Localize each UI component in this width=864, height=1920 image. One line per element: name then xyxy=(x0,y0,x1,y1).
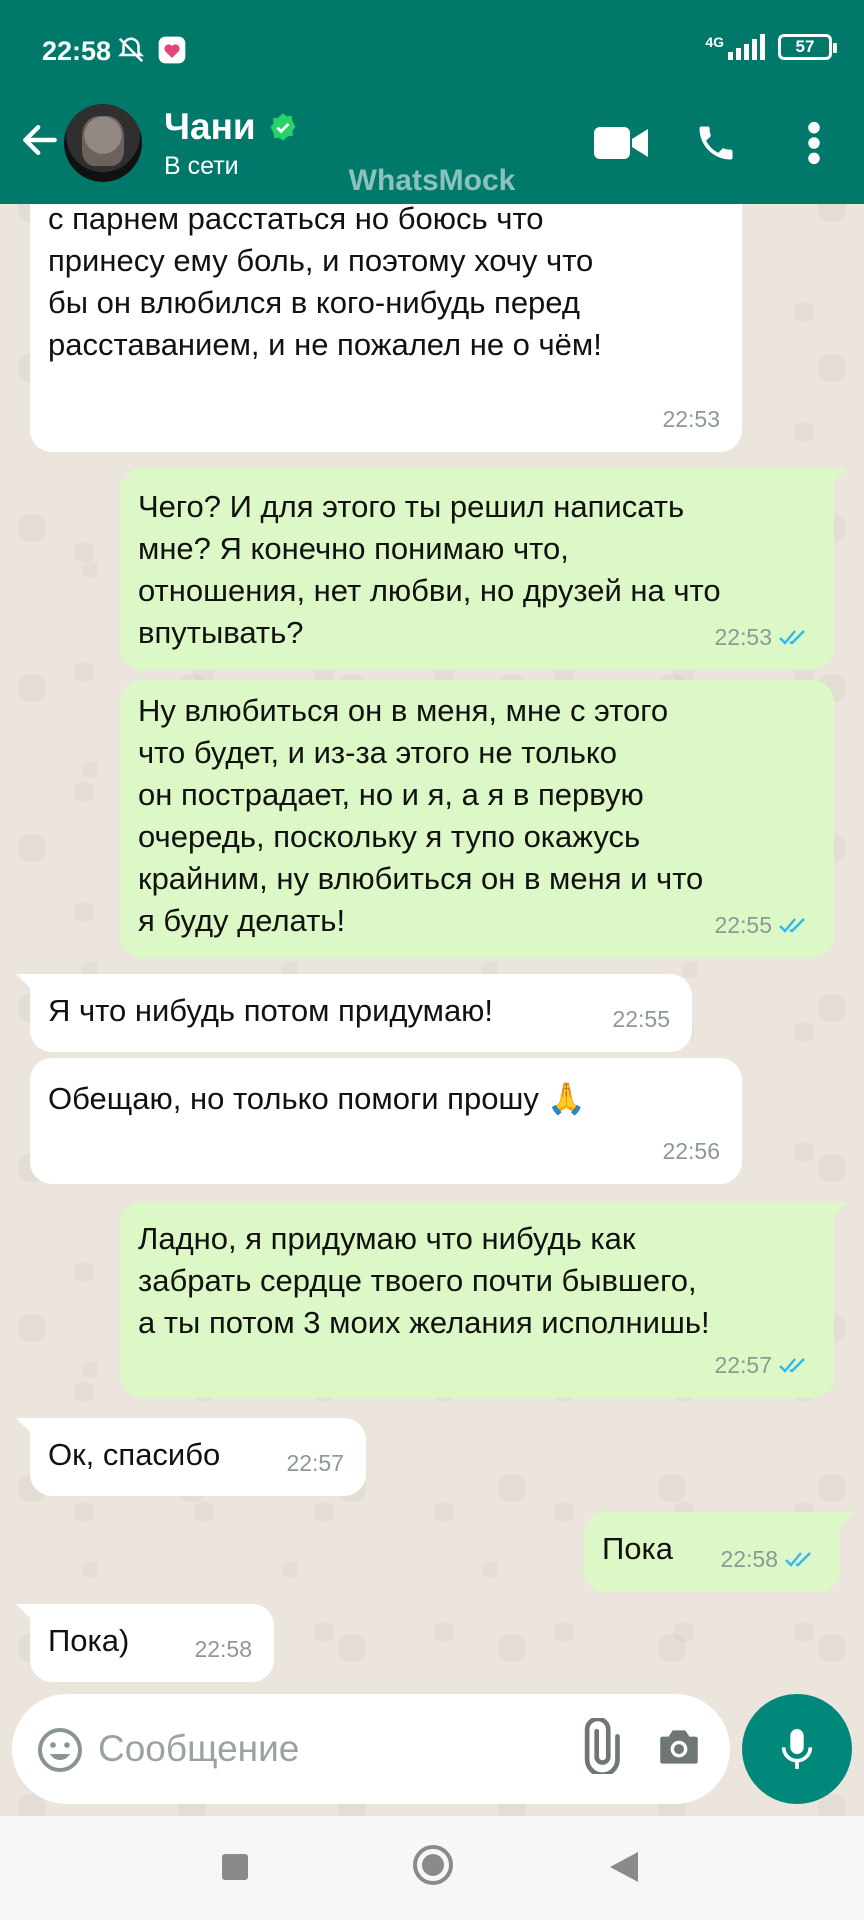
message-outgoing[interactable]: Ну влюбиться он в меня, мне с этого что … xyxy=(120,680,834,958)
message-meta: 22:55 xyxy=(714,904,812,946)
mute-bell-icon xyxy=(117,37,145,63)
message-input-bar[interactable]: Сообщение xyxy=(12,1694,730,1804)
read-ticks-icon xyxy=(779,918,805,933)
verified-icon xyxy=(270,113,296,141)
more-vert-icon[interactable] xyxy=(806,120,822,166)
message-text: Обещаю, но только помоги прошу 🙏 xyxy=(48,1081,587,1116)
message-outgoing[interactable]: Чего? И для этого ты решил написать мне?… xyxy=(120,468,848,670)
app-badge-icon xyxy=(158,36,186,64)
camera-icon[interactable] xyxy=(654,1722,704,1772)
message-time: 22:53 xyxy=(714,624,772,650)
signal-icon xyxy=(728,34,765,60)
back-arrow-icon[interactable] xyxy=(18,118,62,162)
nav-triangle-icon[interactable] xyxy=(608,1850,640,1884)
message-incoming[interactable]: Пока) 22:58 xyxy=(16,1604,274,1682)
message-time: 22:58 xyxy=(194,1636,252,1662)
message-incoming[interactable]: Я что нибудь потом придумаю! 22:55 xyxy=(16,974,692,1052)
message-input[interactable]: Сообщение xyxy=(98,1728,299,1770)
status-icons-right: 4G 57 xyxy=(705,34,837,60)
message-outgoing[interactable]: Ладно, я придумаю что нибудь как забрать… xyxy=(120,1202,848,1398)
read-ticks-icon xyxy=(779,1358,805,1373)
message-outgoing[interactable]: Пока 22:58 xyxy=(584,1512,854,1592)
chat-screen: 22:58 4G 57 Чани В сети WhatsMock Понима… xyxy=(0,0,864,1920)
message-time: 22:57 xyxy=(286,1450,344,1476)
network-label: 4G xyxy=(705,34,724,50)
message-meta: 22:56 xyxy=(662,1130,720,1172)
contact-name[interactable]: Чани xyxy=(164,106,256,148)
status-time: 22:58 xyxy=(42,36,112,66)
message-time: 22:55 xyxy=(612,1006,670,1032)
message-meta: 22:55 xyxy=(612,998,670,1040)
message-incoming[interactable]: Ок, спасибо 22:57 xyxy=(16,1418,366,1496)
message-time: 22:55 xyxy=(714,912,772,938)
message-text: Ладно, я придумаю что нибудь как забрать… xyxy=(138,1221,710,1340)
message-meta: 22:58 xyxy=(720,1538,818,1580)
message-meta: 22:57 xyxy=(714,1344,812,1386)
battery-level: 57 xyxy=(795,37,815,56)
battery-icon: 57 xyxy=(778,34,837,60)
message-meta: 22:57 xyxy=(286,1442,344,1484)
emoji-icon[interactable] xyxy=(36,1726,84,1774)
status-icons-left xyxy=(116,34,188,66)
message-time: 22:53 xyxy=(662,406,720,432)
read-ticks-icon xyxy=(785,1552,811,1567)
nav-circle-icon[interactable] xyxy=(412,1844,454,1886)
message-incoming[interactable]: Обещаю, но только помоги прошу 🙏 22:56 xyxy=(30,1058,742,1184)
nav-square-icon[interactable] xyxy=(220,1852,250,1882)
message-meta: 22:58 xyxy=(194,1628,252,1670)
attach-icon[interactable] xyxy=(572,1718,628,1774)
message-text: Я что нибудь потом придумаю! xyxy=(48,993,494,1028)
watermark: WhatsMock xyxy=(348,164,516,197)
mic-button[interactable] xyxy=(742,1694,852,1804)
read-ticks-icon xyxy=(779,630,805,645)
message-time: 22:56 xyxy=(662,1138,720,1164)
message-time: 22:58 xyxy=(720,1546,778,1572)
system-nav-bar xyxy=(0,1816,864,1920)
message-time: 22:57 xyxy=(714,1352,772,1378)
phone-icon[interactable] xyxy=(694,120,738,166)
message-meta: 22:53 xyxy=(662,398,720,440)
mic-icon xyxy=(781,1729,813,1769)
video-call-icon[interactable] xyxy=(594,120,648,166)
message-meta: 22:53 xyxy=(714,616,812,658)
